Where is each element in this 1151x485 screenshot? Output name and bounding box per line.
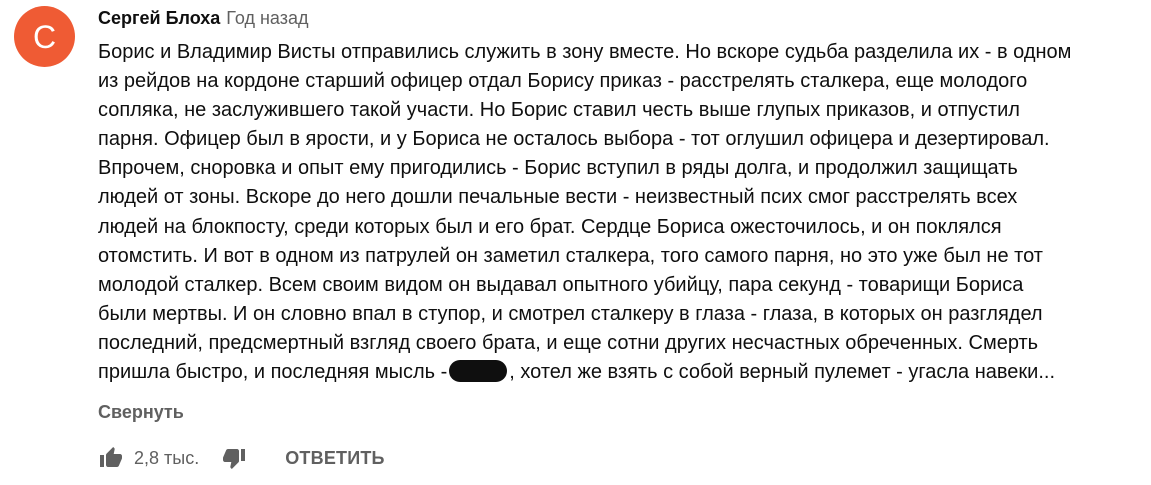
comment-last-text-before: пришла быстро, и последняя мысль - xyxy=(98,361,448,384)
comment-line: последний, предсмертный взгляд своего бр… xyxy=(98,331,1039,354)
comment-line: молодой сталкер. Всем своим видом он выд… xyxy=(98,273,1024,296)
collapse-button[interactable]: Свернуть xyxy=(98,402,184,423)
like-count: 2,8 тыс. xyxy=(134,447,200,468)
redaction-blob xyxy=(449,360,508,383)
avatar[interactable]: С xyxy=(14,6,75,67)
comment-line: сопляка, не заслужившего такой участи. Н… xyxy=(98,99,1020,122)
comment-line-last: пришла быстро, и последняя мысль - , хоте… xyxy=(98,358,1148,387)
comment-header: Сергей Блоха Год назад xyxy=(98,6,308,30)
comment-line: отомстить. И вот в одном из патрулей он … xyxy=(98,244,1043,267)
comment-line: парня. Офицер был в ярости, и у Бориса н… xyxy=(98,128,1050,151)
comment-line: были мертвы. И он словно впал в ступор, … xyxy=(98,302,1043,325)
comment-last-text-after: , хотел же взять с собой верный пулемет … xyxy=(509,361,1056,384)
comment-line: Впрочем, сноровка и опыт ему пригодились… xyxy=(98,157,1018,180)
comment-time[interactable]: Год назад xyxy=(226,8,308,29)
thumb-down-icon[interactable] xyxy=(221,445,247,471)
comment-line: людей на блокпосту, среди которых был и … xyxy=(98,215,1002,238)
comment-line: людей от зоны. Вскоре до него дошли печа… xyxy=(98,186,1018,209)
avatar-letter: С xyxy=(32,18,57,55)
comment-author[interactable]: Сергей Блоха xyxy=(98,8,220,29)
reply-button[interactable]: ОТВЕТИТЬ xyxy=(285,448,384,469)
comment-text: Борис и Владимир Висты отправились служи… xyxy=(98,38,1148,387)
thumb-up-icon[interactable] xyxy=(98,445,124,471)
comment-line: из рейдов на кордоне старший офицер отда… xyxy=(98,70,1028,93)
comment-actions: 2,8 тыс. ОТВЕТИТЬ xyxy=(98,444,385,472)
comment-line: Борис и Владимир Висты отправились служи… xyxy=(98,41,1072,63)
